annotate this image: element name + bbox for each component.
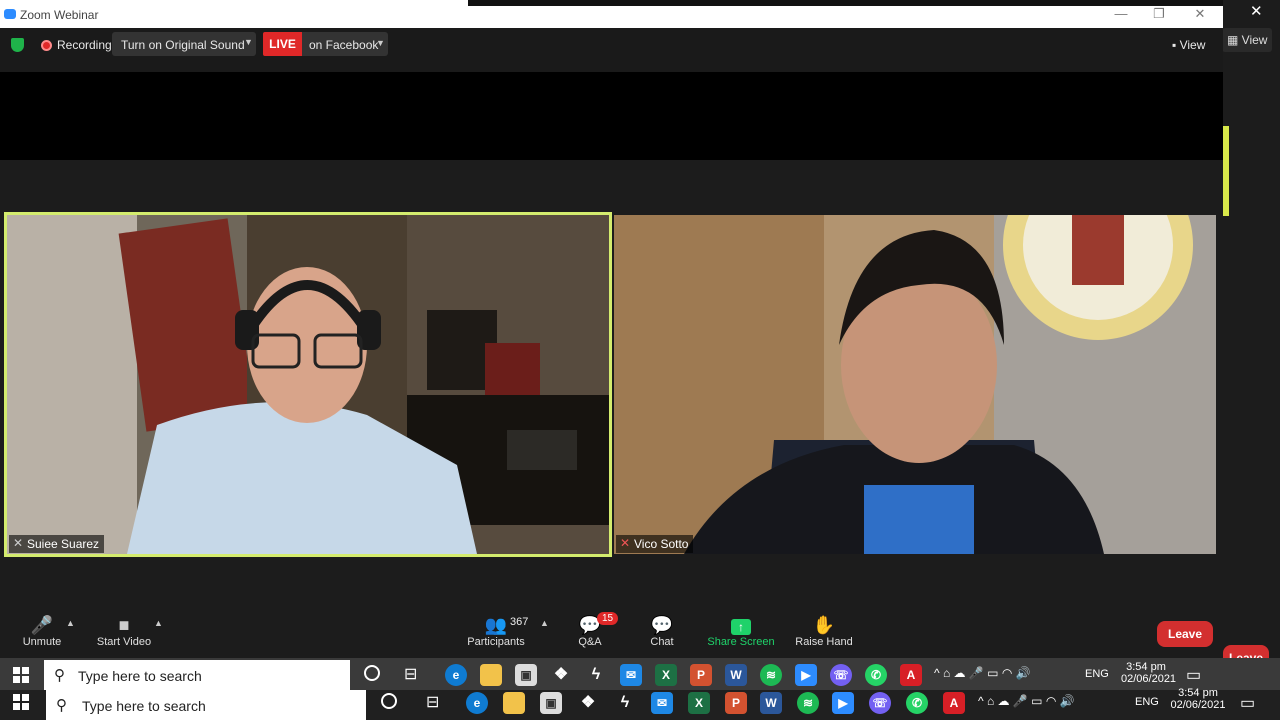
powerpoint-icon[interactable]: P bbox=[725, 692, 747, 714]
mail-icon[interactable]: ✉ bbox=[620, 664, 642, 686]
raise-hand-icon: ✋ bbox=[812, 615, 836, 635]
cortana-icon[interactable] bbox=[364, 665, 380, 681]
tray-icons[interactable]: ^ ⌂ ☁ 🎤 ▭ ◠ 🔊 bbox=[978, 694, 1075, 708]
word-icon[interactable]: W bbox=[760, 692, 782, 714]
recording-dot-icon bbox=[41, 40, 52, 51]
muted-microphone-icon: 🎤 bbox=[30, 615, 54, 635]
powerpoint-icon[interactable]: P bbox=[690, 664, 712, 686]
share-screen-icon: ↑ bbox=[706, 614, 776, 636]
live-destination-button[interactable]: on Facebook ▼ bbox=[302, 32, 388, 56]
excel-icon[interactable]: X bbox=[655, 664, 677, 686]
share-screen-button[interactable]: ↑ Share Screen bbox=[706, 614, 776, 648]
whatsapp-icon[interactable]: ✆ bbox=[906, 692, 928, 714]
recording-label: Recording bbox=[57, 38, 112, 52]
start-video-button[interactable]: ■ Start Video bbox=[92, 614, 156, 648]
window-title: Zoom Webinar bbox=[20, 8, 99, 22]
leave-button[interactable]: Leave bbox=[1157, 621, 1213, 647]
lightning-app-icon[interactable]: ϟ bbox=[585, 664, 607, 686]
video-off-icon: ■ bbox=[118, 615, 130, 635]
spotify-icon[interactable]: ≋ bbox=[760, 664, 782, 686]
muted-mic-icon: ✕ bbox=[620, 536, 631, 550]
video-options-chevron-icon[interactable]: ▲ bbox=[154, 618, 163, 628]
mail-icon[interactable]: ✉ bbox=[651, 692, 673, 714]
dropbox-icon[interactable]: ❖ bbox=[550, 664, 572, 686]
chevron-down-icon[interactable]: ▼ bbox=[244, 37, 253, 47]
search-icon: ⚲ bbox=[54, 667, 65, 684]
edge-icon[interactable]: e bbox=[466, 692, 488, 714]
store-icon[interactable]: ▣ bbox=[540, 692, 562, 714]
restore-icon[interactable]: ❐ bbox=[1144, 6, 1174, 22]
minimize-icon[interactable]: — bbox=[1106, 6, 1136, 21]
zoom-icon[interactable]: ▶ bbox=[795, 664, 817, 686]
file-explorer-icon[interactable] bbox=[480, 664, 502, 686]
active-speaker-edge bbox=[1223, 126, 1229, 216]
dropbox-icon[interactable]: ❖ bbox=[577, 692, 599, 714]
right-side-panel bbox=[1223, 0, 1280, 720]
task-view-icon[interactable]: ⊟ bbox=[426, 692, 439, 712]
qa-badge: 15 bbox=[597, 612, 619, 625]
lightning-app-icon[interactable]: ϟ bbox=[614, 692, 636, 714]
search-icon: ⚲ bbox=[56, 697, 67, 714]
zoom-icon[interactable]: ▶ bbox=[832, 692, 854, 714]
store-icon[interactable]: ▣ bbox=[515, 664, 537, 686]
unmute-button[interactable]: 🎤 Unmute bbox=[14, 614, 70, 648]
video-feed-speaker bbox=[7, 215, 609, 554]
view-button-right[interactable]: ▦ View bbox=[1222, 28, 1272, 52]
windows-start-icon[interactable] bbox=[13, 694, 29, 710]
chat-button[interactable]: 💬 Chat bbox=[640, 614, 684, 648]
cortana-icon[interactable] bbox=[381, 693, 397, 709]
task-view-icon[interactable]: ⊟ bbox=[404, 664, 417, 684]
notification-icon[interactable]: ▭ bbox=[1240, 693, 1255, 713]
security-shield-icon[interactable] bbox=[11, 38, 24, 52]
video-tile-vico-sotto[interactable]: ✕ Vico Sotto bbox=[614, 215, 1216, 554]
video-tile-suiee-suarez[interactable]: ✕ Suiee Suarez bbox=[4, 212, 612, 557]
top-black-bar bbox=[468, 0, 1223, 6]
whatsapp-icon[interactable]: ✆ bbox=[865, 664, 887, 686]
language-indicator[interactable]: ENG bbox=[1135, 696, 1159, 708]
viber-icon[interactable]: ☏ bbox=[869, 692, 891, 714]
video-top-band bbox=[0, 72, 1223, 160]
video-feed-participant bbox=[614, 215, 1216, 554]
close-icon[interactable]: ✕ bbox=[1185, 6, 1215, 22]
grid-icon: ▦ bbox=[1227, 33, 1242, 47]
chat-icon: 💬 bbox=[650, 615, 674, 635]
raise-hand-button[interactable]: ✋ Raise Hand bbox=[792, 614, 856, 648]
spotify-icon[interactable]: ≋ bbox=[797, 692, 819, 714]
tray-icons[interactable]: ^ ⌂ ☁ 🎤 ▭ ◠ 🔊 bbox=[934, 666, 1031, 680]
participant-nameplate: ✕ Vico Sotto bbox=[616, 535, 694, 553]
clock[interactable]: 3:54 pm 02/06/2021 bbox=[1170, 687, 1226, 711]
edge-icon[interactable]: e bbox=[445, 664, 467, 686]
participant-nameplate: ✕ Suiee Suarez bbox=[9, 535, 105, 553]
zoom-app-icon bbox=[4, 9, 16, 19]
file-explorer-icon[interactable] bbox=[503, 692, 525, 714]
taskbar-search-input[interactable]: ⚲ Type here to search bbox=[46, 690, 366, 720]
participants-chevron-icon[interactable]: ▲ bbox=[540, 618, 549, 628]
windows-start-icon[interactable] bbox=[13, 667, 29, 683]
notification-icon[interactable]: ▭ bbox=[1186, 665, 1201, 685]
right-close-icon[interactable]: ✕ bbox=[1250, 2, 1263, 20]
viber-icon[interactable]: ☏ bbox=[830, 664, 852, 686]
clock[interactable]: 3:54 pm 02/06/2021 bbox=[1121, 661, 1176, 685]
acrobat-icon[interactable]: A bbox=[900, 664, 922, 686]
original-sound-button[interactable]: Turn on Original Sound ▼ bbox=[112, 32, 256, 56]
language-indicator[interactable]: ENG bbox=[1085, 668, 1109, 680]
taskbar-search-input[interactable]: ⚲ Type here to search bbox=[44, 660, 350, 690]
live-badge: LIVE bbox=[263, 32, 302, 56]
excel-icon[interactable]: X bbox=[688, 692, 710, 714]
view-button[interactable]: ▪ View bbox=[1172, 38, 1205, 52]
muted-mic-icon: ✕ bbox=[13, 536, 24, 550]
chevron-down-icon[interactable]: ▼ bbox=[376, 38, 385, 48]
participants-count: 367 bbox=[510, 616, 529, 628]
view-icon: ▪ bbox=[1172, 38, 1180, 52]
word-icon[interactable]: W bbox=[725, 664, 747, 686]
audio-options-chevron-icon[interactable]: ▲ bbox=[66, 618, 75, 628]
acrobat-icon[interactable]: A bbox=[943, 692, 965, 714]
